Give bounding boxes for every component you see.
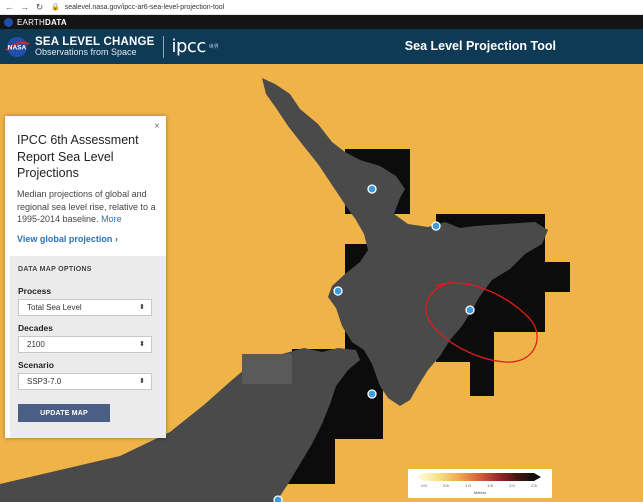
- legend-max-arrow: [534, 473, 541, 481]
- map-tile-grey: [242, 354, 292, 384]
- legend-tick: 2.5: [531, 483, 537, 488]
- browser-toolbar: ← → ↻ 🔒 sealevel.nasa.gov/ipcc-ar6-sea-l…: [0, 0, 643, 15]
- scenario-value: SSP3-7.0: [27, 377, 62, 386]
- station-marker[interactable]: [465, 305, 475, 315]
- update-map-button[interactable]: UPDATE MAP: [18, 404, 110, 422]
- back-arrow-icon[interactable]: ←: [4, 2, 15, 12]
- scenario-select[interactable]: SSP3-7.0 ⬍: [18, 373, 152, 390]
- site-header: NASA SEA LEVEL CHANGE Observations from …: [0, 29, 643, 64]
- decades-value: 2100: [27, 340, 45, 349]
- legend-min-arrow: [417, 473, 424, 481]
- brand-block[interactable]: SEA LEVEL CHANGE Observations from Space: [35, 36, 155, 58]
- legend-tick: 0.0: [421, 483, 427, 488]
- station-marker[interactable]: [431, 221, 441, 231]
- panel-description-text: Median projections of global and regiona…: [17, 189, 156, 225]
- station-marker[interactable]: [273, 495, 283, 502]
- earthdata-link[interactable]: EARTHDATA: [17, 18, 67, 27]
- lock-icon: 🔒: [51, 4, 60, 11]
- nasa-meatball-icon: [4, 17, 13, 27]
- nasa-logo-icon[interactable]: NASA: [4, 36, 30, 58]
- scenario-label: Scenario: [18, 360, 54, 370]
- options-heading: DATA MAP OPTIONS: [18, 266, 92, 273]
- brand-title: SEA LEVEL CHANGE: [35, 35, 155, 48]
- legend-tick: 0.5: [443, 483, 449, 488]
- select-arrows-icon: ⬍: [139, 378, 145, 385]
- station-marker[interactable]: [333, 286, 343, 296]
- brand-subtitle: Observations from Space: [35, 46, 137, 57]
- address-bar[interactable]: sealevel.nasa.gov/ipcc-ar6-sea-level-pro…: [65, 4, 225, 11]
- earthdata-bar: EARTHDATA: [0, 15, 643, 29]
- ipcc-logo[interactable]: ipcc: [172, 36, 207, 57]
- close-icon[interactable]: ×: [154, 121, 160, 132]
- station-marker[interactable]: [367, 389, 377, 399]
- legend-colorbar: [424, 473, 534, 481]
- legend-tick: 1.0: [465, 483, 471, 488]
- projection-panel: × IPCC 6th Assessment Report Sea Level P…: [5, 116, 166, 438]
- view-global-projection-link[interactable]: View global projection ›: [17, 234, 118, 244]
- select-arrows-icon: ⬍: [139, 341, 145, 348]
- decades-select[interactable]: 2100 ⬍: [18, 336, 152, 353]
- svg-text:NASA: NASA: [8, 44, 27, 51]
- select-arrows-icon: ⬍: [139, 304, 145, 311]
- legend-unit: Meters: [473, 490, 487, 495]
- tool-title: Sea Level Projection Tool: [404, 39, 556, 53]
- legend-tick: 2.0: [509, 483, 515, 488]
- process-select[interactable]: Total Sea Level ⬍: [18, 299, 152, 316]
- data-map-options: DATA MAP OPTIONS Process Total Sea Level…: [10, 256, 166, 438]
- decades-label: Decades: [18, 323, 53, 333]
- reload-icon[interactable]: ↻: [34, 2, 45, 13]
- panel-title: IPCC 6th Assessment Report Sea Level Pro…: [17, 133, 139, 181]
- legend-tick: 1.5: [487, 483, 493, 488]
- forward-arrow-icon[interactable]: →: [19, 2, 30, 12]
- station-marker[interactable]: [367, 184, 377, 194]
- ipcc-logo-sub: 世界: [208, 44, 219, 50]
- map-legend: 0.0 0.5 1.0 1.5 2.0 2.5 Meters: [408, 469, 552, 498]
- more-link[interactable]: More: [101, 214, 122, 224]
- process-value: Total Sea Level: [27, 303, 82, 312]
- header-divider: [162, 35, 164, 58]
- process-label: Process: [18, 286, 52, 296]
- panel-description: Median projections of global and regiona…: [17, 188, 162, 226]
